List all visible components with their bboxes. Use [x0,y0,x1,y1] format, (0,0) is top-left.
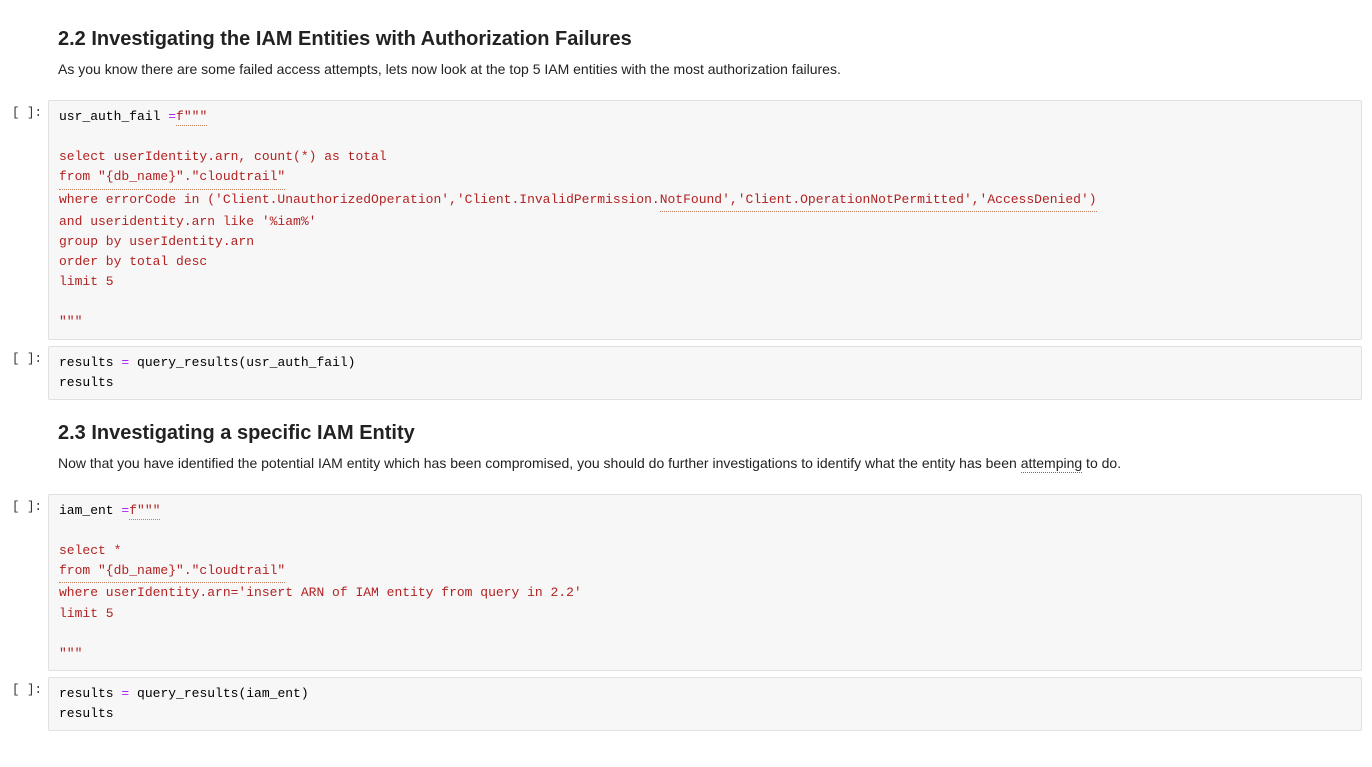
markdown-section-2-2: 2.2 Investigating the IAM Entities with … [0,12,1372,96]
prompt-label: [ ]: [0,100,48,120]
code-input-area[interactable]: results = query_results(iam_ent) results [48,677,1362,731]
code-token: iam_ent [59,503,121,518]
prompt-label: [ ]: [0,346,48,366]
code-token: results [59,686,121,701]
code-token: select userIdentity.arn, count(*) as tot… [59,149,1097,289]
code-token: """ [59,646,82,661]
notebook-root: 2.2 Investigating the IAM Entities with … [0,0,1372,767]
code-token: usr_auth_fail [59,109,168,124]
code-token: f""" [176,109,207,126]
code-token: query_results(iam_ent) [129,686,308,701]
code-token: results [59,355,121,370]
code-token: select * from "{db_name}"."cloudtrail" w… [59,543,582,620]
code-token: results [59,375,114,390]
prompt-label: [ ]: [0,677,48,697]
code-token: f""" [129,503,160,520]
heading-2-2: 2.2 Investigating the IAM Entities with … [58,28,1348,51]
code-cell-results-1[interactable]: [ ]: results = query_results(usr_auth_fa… [0,346,1362,400]
code-token: query_results(usr_auth_fail) [129,355,355,370]
code-token: """ [59,314,82,329]
heading-2-3: 2.3 Investigating a specific IAM Entity [58,422,1348,445]
markdown-section-2-3: 2.3 Investigating a specific IAM Entity … [0,406,1372,490]
code-cell-usr-auth-fail[interactable]: [ ]: usr_auth_fail =f""" select userIden… [0,100,1362,340]
code-cell-iam-ent[interactable]: [ ]: iam_ent =f""" select * from "{db_na… [0,494,1362,671]
code-token: results [59,706,114,721]
para-2-3: Now that you have identified the potenti… [58,453,1348,474]
prompt-label: [ ]: [0,494,48,514]
code-input-area[interactable]: usr_auth_fail =f""" select userIdentity.… [48,100,1362,340]
code-input-area[interactable]: results = query_results(usr_auth_fail) r… [48,346,1362,400]
para-2-2: As you know there are some failed access… [58,59,1348,80]
code-token: = [121,686,129,701]
code-cell-results-2[interactable]: [ ]: results = query_results(iam_ent) re… [0,677,1362,731]
code-token: = [168,109,176,124]
code-input-area[interactable]: iam_ent =f""" select * from "{db_name}".… [48,494,1362,671]
